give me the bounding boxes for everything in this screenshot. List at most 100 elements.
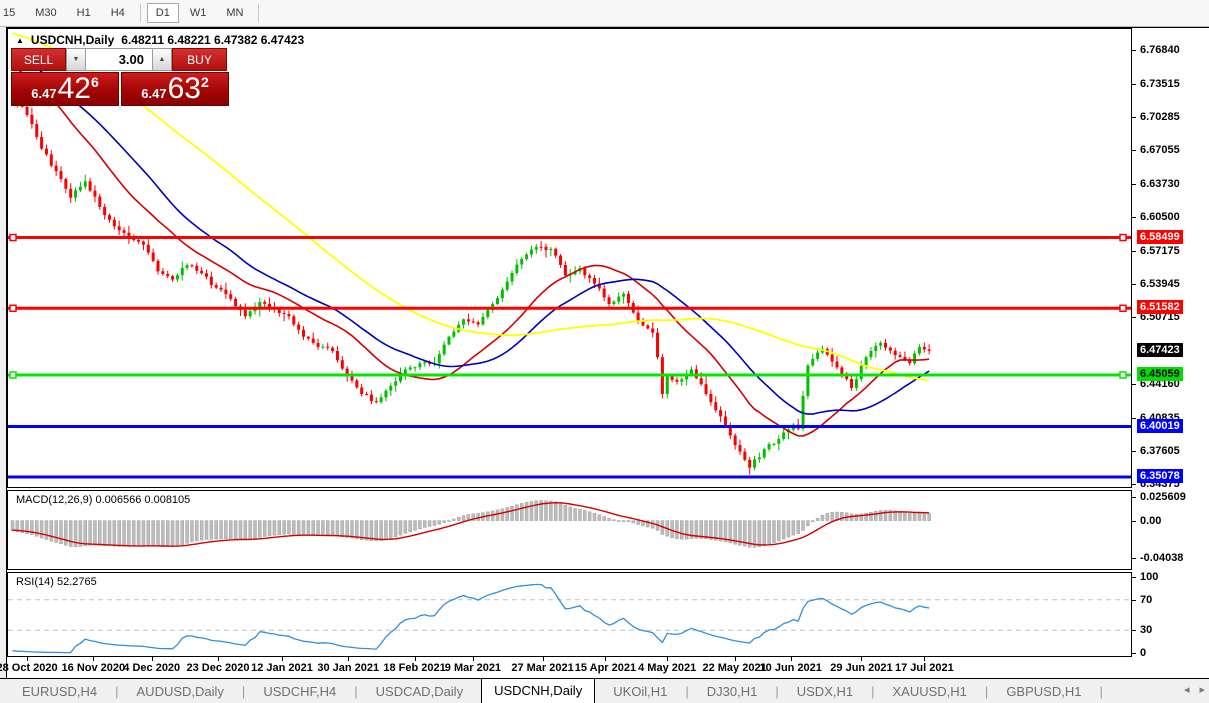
buy-price-main: 63 [167, 72, 201, 105]
spin-up-icon: ▲ [158, 56, 166, 63]
sell-price-main: 42 [57, 72, 91, 105]
buy-button[interactable]: BUY [172, 48, 227, 71]
rsi-axis-label: 70 [1140, 593, 1153, 606]
sell-price-prefix: 6.47 [31, 86, 57, 101]
price-axis-label: 6.73515 [1140, 78, 1180, 91]
trading-terminal: 15 M30 H1 H4 D1 W1 MN ▲ USDCNH,Daily 6.48211 6… [0, 0, 1209, 703]
axis-tick-mark [1132, 317, 1136, 319]
sell-button[interactable]: SELL [11, 48, 66, 71]
price-axis-label: 6.60500 [1140, 211, 1180, 224]
tab-separator: | [241, 683, 246, 699]
date-axis-label: 17 Jul 2021 [895, 662, 954, 674]
macd-indicator-pane[interactable]: MACD(12,26,9) 0.006566 0.008105 [7, 490, 1132, 570]
volume-input[interactable] [86, 48, 152, 71]
date-axis-label: 27 Mar 2021 [511, 662, 574, 674]
tab-usdcnh-daily[interactable]: USDCNH,Daily [481, 677, 596, 703]
date-axis: 28 Oct 2020 16 Nov 2020 4 Dec 2020 23 Dec 2… [0, 657, 1209, 678]
price-level-badge: 6.51582 [1137, 300, 1183, 315]
date-axis-label: 18 Feb 2021 [383, 662, 446, 674]
tab-separator: | [871, 683, 875, 699]
chart-tab-bar: EURUSD,H4 | AUDUSD,Daily | USDCHF,H4 | USDCAD,… [0, 677, 1209, 703]
chart-window: ▲ USDCNH,Daily 6.48211 6.48221 6.47382 6… [0, 27, 1209, 678]
price-axis-label: 6.57175 [1140, 245, 1180, 258]
date-tick-mark [348, 657, 350, 661]
date-tick-mark [542, 657, 544, 661]
date-axis-label: 9 Mar 2021 [444, 662, 502, 674]
axis-tick-mark [1132, 251, 1136, 253]
axis-tick-mark [1132, 484, 1136, 486]
collapse-panel-icon[interactable]: ▲ [16, 36, 24, 45]
axis-tick-mark [1132, 520, 1136, 522]
price-axis-label: 6.63730 [1140, 178, 1180, 191]
tab-separator: | [1099, 683, 1103, 699]
price-chart-pane[interactable]: ▲ USDCNH,Daily 6.48211 6.48221 6.47382 6… [7, 28, 1132, 488]
axis-tick-mark [1132, 284, 1136, 286]
axis-tick-mark [1132, 50, 1136, 52]
date-tick-mark [472, 657, 474, 661]
toolbar-timeframe-15[interactable]: 15 [0, 3, 24, 23]
axis-tick-mark [1132, 418, 1136, 420]
rsi-axis-label: 100 [1140, 571, 1159, 583]
macd-label: MACD(12,26,9) 0.006566 0.008105 [16, 494, 191, 506]
tab-audusd-daily[interactable]: AUDUSD,Daily [127, 681, 234, 702]
rsi-indicator-pane[interactable]: RSI(14) 52.2765 [7, 572, 1132, 657]
date-tick-mark [414, 657, 416, 661]
tab-separator: | [354, 683, 358, 699]
tab-xauusd-h1[interactable]: XAUUSD,H1 [883, 681, 977, 702]
tab-usdcad-daily[interactable]: USDCAD,Daily [366, 681, 473, 702]
date-axis-label: 23 Dec 2020 [186, 662, 250, 674]
tab-usdx-h1[interactable]: USDX,H1 [787, 681, 863, 702]
price-axis-label: 6.53945 [1140, 278, 1180, 291]
price-level-badge: 6.45059 [1137, 366, 1183, 381]
date-tick-mark [151, 657, 153, 661]
rsi-canvas[interactable] [8, 573, 1131, 656]
toolbar-timeframe-w1[interactable]: W1 [181, 3, 216, 23]
date-axis-label: 29 Jun 2021 [830, 662, 893, 674]
price-axis: 6.76840 6.73515 6.70285 6.67055 6.63730 6.605… [1132, 28, 1209, 659]
tab-dj30-h1[interactable]: DJ30,H1 [697, 681, 768, 702]
tab-separator: | [775, 683, 779, 699]
chart-header: ▲ USDCNH,Daily 6.48211 6.48221 6.47382 6… [16, 33, 304, 47]
price-axis-label: 6.70285 [1140, 111, 1180, 124]
tab-separator: | [115, 683, 119, 699]
tab-gbpusd-h1[interactable]: GBPUSD,H1 [996, 681, 1091, 702]
tab-ukoil-h1[interactable]: UKOil,H1 [603, 681, 677, 702]
date-tick-mark [93, 657, 95, 661]
tab-eurusd-h4[interactable]: EURUSD,H4 [12, 681, 107, 702]
axis-tick-mark [1132, 496, 1136, 498]
toolbar-timeframe-d1[interactable]: D1 [146, 3, 179, 23]
axis-tick-mark [1132, 384, 1136, 386]
rsi-label: RSI(14) 52.2765 [16, 576, 97, 588]
chart-ohlc-values: 6.48211 6.48221 6.47382 6.47423 [121, 33, 305, 47]
buy-price-sup: 2 [200, 74, 209, 90]
macd-axis-label: -0.04038 [1140, 552, 1184, 565]
tab-usdchf-h4[interactable]: USDCHF,H4 [253, 681, 346, 702]
rsi-axis-label: 30 [1140, 624, 1153, 637]
axis-tick-mark [1132, 577, 1136, 578]
price-level-badge: 6.40019 [1137, 418, 1183, 433]
tab-scroll-left-icon[interactable]: ◂ [1184, 683, 1190, 696]
sell-price-panel[interactable]: 6.47 42 6 [11, 72, 119, 106]
price-axis-label: 6.76840 [1140, 44, 1180, 57]
price-level-badge: 6.58499 [1137, 229, 1183, 244]
date-tick-mark [282, 657, 283, 661]
macd-axis-label: 0.025609 [1140, 490, 1186, 503]
chart-title: USDCNH,Daily [30, 33, 115, 47]
date-axis-label: 10 Jun 2021 [759, 662, 822, 674]
volume-increase-button[interactable]: ▲ [152, 48, 172, 71]
date-axis-label: 15 Apr 2021 [574, 662, 637, 674]
volume-decrease-button[interactable]: ▼ [66, 48, 86, 71]
axis-tick-mark [1132, 599, 1136, 601]
price-axis-label: 6.67055 [1140, 144, 1180, 157]
buy-price-panel[interactable]: 6.47 63 2 [121, 72, 229, 106]
sell-price-sup: 6 [90, 74, 99, 90]
chart-tabs: EURUSD,H4 | AUDUSD,Daily | USDCHF,H4 | USDCAD,… [12, 677, 1103, 703]
tab-scroll-controls: ◂ ▸ [1184, 683, 1205, 696]
price-level-badge: 6.47423 [1137, 342, 1183, 357]
toolbar-timeframe-mn[interactable]: MN [217, 3, 252, 23]
toolbar-timeframe-h4[interactable]: H4 [102, 3, 134, 23]
tab-scroll-right-icon[interactable]: ▸ [1199, 683, 1205, 696]
toolbar-timeframe-m30[interactable]: M30 [26, 3, 65, 23]
tab-separator: | [984, 683, 989, 699]
toolbar-timeframe-h1[interactable]: H1 [68, 3, 100, 23]
